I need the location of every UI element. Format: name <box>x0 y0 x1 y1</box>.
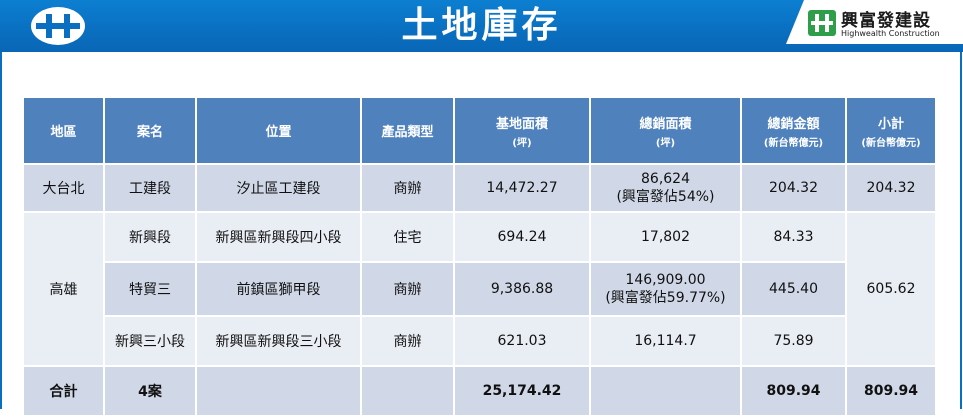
cell-location: 新興區新興段四小段 <box>195 211 362 263</box>
table-header-row: 地區 案名 位置 產品類型 基地面積 (坪) 總銷面積 (坪) 總銷金額 (新台幣億元… <box>22 96 937 165</box>
brand-name-cn: 興富發建設 <box>841 11 931 31</box>
header-sales-amount: 總銷金額 (新台幣億元) <box>740 96 847 165</box>
cell-project-name: 新興段 <box>103 211 197 263</box>
cell-region: 大台北 <box>22 163 105 213</box>
cell-sales-area: 17,802 <box>589 211 742 263</box>
header-bar: 土地庫存 興富發建設 Highwealth Construction <box>0 0 963 52</box>
cell-location: 新興區新興段三小段 <box>195 315 362 367</box>
header-location: 位置 <box>195 96 362 165</box>
cell-location: 汐止區工建段 <box>195 163 362 213</box>
brand-logo-icon <box>808 10 836 36</box>
cell-sales-amount: 445.40 <box>740 261 847 317</box>
header-product-type: 產品類型 <box>360 96 455 165</box>
cell-sales-amount: 75.89 <box>740 315 847 367</box>
cell-sales-amount: 84.33 <box>740 211 847 263</box>
brand-name-en: Highwealth Construction <box>841 29 940 38</box>
table-row: 特貿三 前鎮區獅甲段 商辦 9,386.88 146,909.00 (興富發佔59… <box>23 261 936 317</box>
cell-sales-amount: 204.32 <box>740 163 847 213</box>
cell-sales-area: 16,114.7 <box>589 315 742 367</box>
cell-site-area: 694.24 <box>453 211 591 263</box>
header-subtotal: 小計 (新台幣億元) <box>845 96 937 165</box>
cell-location: 前鎮區獅甲段 <box>195 261 362 317</box>
header-region: 地區 <box>22 96 105 165</box>
table-row: 大台北 工建段 汐止區工建段 商辦 14,472.27 86,624 (興富發佔5… <box>22 163 937 213</box>
cell-site-area: 9,386.88 <box>453 261 591 317</box>
land-inventory-table: 地區 案名 位置 產品類型 基地面積 (坪) 總銷面積 (坪) 總銷金額 (新台幣億元… <box>22 96 937 417</box>
cell-region: 高雄 <box>22 211 105 367</box>
brand-box: 興富發建設 Highwealth Construction <box>786 0 963 44</box>
header-site-area: 基地面積 (坪) <box>453 96 591 165</box>
cell-product-type: 商辦 <box>360 261 455 317</box>
cell-site-area: 621.03 <box>453 315 591 367</box>
cell-project-name: 新興三小段 <box>103 315 197 367</box>
cell-product-type: 商辦 <box>360 163 455 213</box>
cell-subtotal: 204.32 <box>845 163 937 213</box>
cell-project-name: 工建段 <box>103 163 197 213</box>
cell-site-area: 14,472.27 <box>453 163 591 213</box>
table-row: 高雄 新興段 新興區新興段四小段 住宅 694.24 17,802 84.33 … <box>22 211 937 367</box>
cell-product-type: 商辦 <box>360 315 455 367</box>
table-row: 新興三小段 新興區新興段三小段 商辦 621.03 16,114.7 75.89 <box>23 315 936 367</box>
right-border <box>960 52 962 409</box>
cell-product-type: 住宅 <box>360 211 455 263</box>
cell-sales-area: 86,624 (興富發佔54%) <box>589 163 742 213</box>
header-project-name: 案名 <box>103 96 197 165</box>
cell-project-name: 特貿三 <box>103 261 197 317</box>
cell-subtotal: 605.62 <box>845 211 937 367</box>
left-border <box>0 52 2 409</box>
header-sales-area: 總銷面積 (坪) <box>589 96 742 165</box>
cell-sales-area: 146,909.00 (興富發佔59.77%) <box>589 261 742 317</box>
